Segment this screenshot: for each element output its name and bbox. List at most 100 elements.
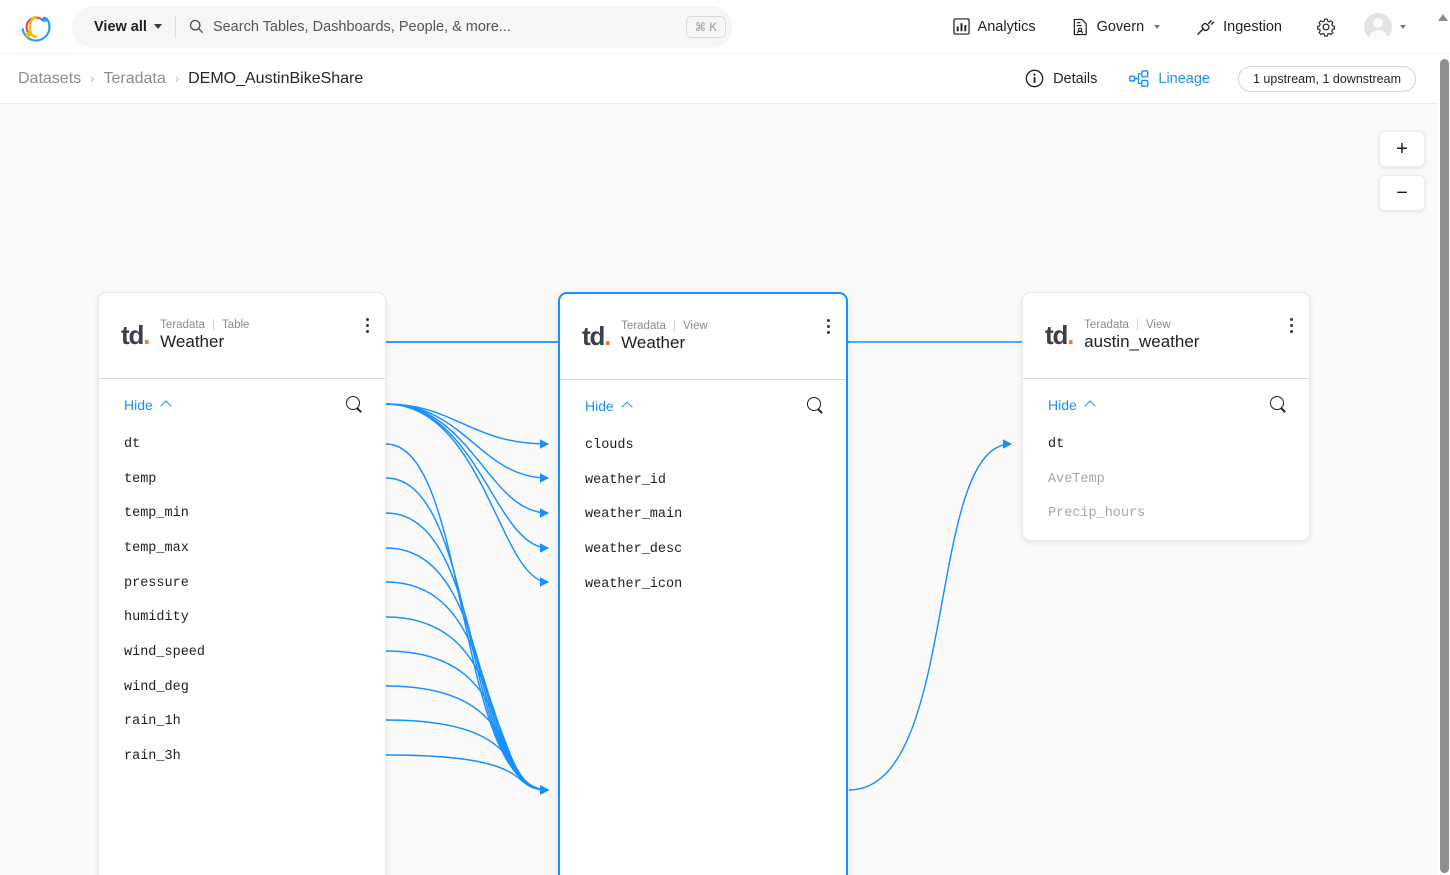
node-meta: Teradata | View xyxy=(1084,319,1199,331)
avatar xyxy=(1364,12,1392,41)
teradata-logo-icon: td. xyxy=(121,320,150,350)
chevron-down-icon xyxy=(153,24,162,29)
field-row[interactable]: temp_min xyxy=(99,496,385,531)
chevron-up-icon[interactable] xyxy=(621,401,633,413)
field-row[interactable]: weather_desc xyxy=(560,532,846,567)
breadcrumb-item-datasets[interactable]: Datasets xyxy=(18,70,81,88)
field-row[interactable]: weather_main xyxy=(560,497,846,532)
info-circle-icon xyxy=(1025,69,1044,88)
node-header: td. Teradata | Table Weather xyxy=(99,293,385,379)
scrollbar-thumb[interactable] xyxy=(1440,59,1449,873)
node-entity-type: View xyxy=(1145,319,1171,331)
zoom-in-button[interactable]: + xyxy=(1379,131,1425,167)
node-entity-type: View xyxy=(682,320,708,332)
field-row[interactable]: dt xyxy=(1023,427,1309,462)
node-field-list: dt AveTemp Precip_hours xyxy=(1023,413,1309,531)
kebab-menu-icon[interactable] xyxy=(1290,318,1293,333)
page-scrollbar[interactable] xyxy=(1438,55,1450,875)
zoom-out-button[interactable]: − xyxy=(1379,175,1425,211)
node-field-list: clouds weather_id weather_main weather_d… xyxy=(560,414,846,601)
nav-item-ingestion[interactable]: Ingestion xyxy=(1178,0,1300,54)
node-toolbar: Hide xyxy=(99,379,385,413)
kebab-menu-icon[interactable] xyxy=(366,318,369,333)
field-row[interactable]: wind_speed xyxy=(99,635,385,670)
node-title: Weather xyxy=(160,332,225,351)
user-menu[interactable] xyxy=(1352,0,1412,54)
bar-chart-icon xyxy=(952,18,970,35)
nav-right-group: Analytics Govern Ingestion xyxy=(935,0,1450,54)
field-row[interactable]: temp xyxy=(99,462,385,497)
breadcrumb-separator: › xyxy=(174,71,180,86)
node-meta: Teradata | View xyxy=(621,320,707,332)
lineage-count-pill[interactable]: 1 upstream, 1 downstream xyxy=(1238,65,1416,92)
lineage-node-weather-view[interactable]: td. Teradata | View Weather Hide clouds … xyxy=(558,292,848,875)
meta-divider: | xyxy=(211,319,215,331)
chevron-down-icon xyxy=(1154,24,1161,29)
node-header-text: Teradata | View Weather xyxy=(621,320,707,353)
zoom-controls: + − xyxy=(1379,131,1425,219)
field-row[interactable]: AveTemp xyxy=(1023,462,1309,497)
field-row[interactable]: humidity xyxy=(99,600,385,635)
node-entity-type: Table xyxy=(221,319,250,331)
field-row[interactable]: weather_id xyxy=(560,463,846,498)
lineage-tab[interactable]: Lineage xyxy=(1113,69,1226,88)
search-shortcut-badge: ⌘ K xyxy=(685,15,726,38)
breadcrumb-separator: › xyxy=(90,71,95,86)
breadcrumb-item-teradata[interactable]: Teradata xyxy=(103,70,165,88)
datahub-logo-icon[interactable] xyxy=(0,9,72,45)
lineage-node-austin-weather[interactable]: td. Teradata | View austin_weather Hide xyxy=(1022,292,1310,541)
hide-toggle[interactable]: Hide xyxy=(585,398,614,414)
chevron-up-icon[interactable] xyxy=(160,400,172,412)
field-row[interactable]: dt xyxy=(99,427,385,462)
field-row[interactable]: wind_deg xyxy=(99,670,385,705)
teradata-logo-icon: td. xyxy=(1045,320,1074,350)
breadcrumb-actions: Details Lineage 1 upstream, 1 downstream xyxy=(1009,65,1450,92)
search-icon[interactable] xyxy=(807,397,824,414)
field-row[interactable]: rain_3h xyxy=(99,739,385,774)
search-placeholder: Search Tables, Dashboards, People, & mor… xyxy=(212,18,511,35)
nav-item-label: Ingestion xyxy=(1223,18,1282,35)
node-header: td. Teradata | View austin_weather xyxy=(1023,293,1309,379)
node-toolbar: Hide xyxy=(560,380,846,414)
kebab-menu-icon[interactable] xyxy=(827,319,830,334)
teradata-logo-icon: td. xyxy=(582,321,611,351)
node-platform: Teradata xyxy=(1084,319,1129,331)
breadcrumb-bar: Datasets › Teradata › DEMO_AustinBikeSha… xyxy=(0,54,1450,104)
node-header-text: Teradata | Table Weather xyxy=(160,319,249,352)
scrollbar-up-arrow[interactable] xyxy=(1438,14,1448,21)
global-search-bar[interactable]: View all Search Tables, Dashboards, Peop… xyxy=(72,5,732,48)
node-title: austin_weather xyxy=(1084,332,1200,351)
zoom-out-label: − xyxy=(1396,182,1408,204)
hide-toggle[interactable]: Hide xyxy=(124,397,153,413)
lineage-graph-icon xyxy=(1129,69,1149,87)
breadcrumb-item-current[interactable]: DEMO_AustinBikeShare xyxy=(188,70,363,88)
lineage-page: View all Search Tables, Dashboards, Peop… xyxy=(0,0,1450,875)
field-row[interactable]: pressure xyxy=(99,566,385,601)
node-body: Hide dt AveTemp Precip_hours xyxy=(1023,379,1309,531)
node-toolbar: Hide xyxy=(1023,379,1309,413)
breadcrumb: Datasets › Teradata › DEMO_AustinBikeSha… xyxy=(0,70,363,88)
details-tab[interactable]: Details xyxy=(1009,69,1113,88)
hide-toggle[interactable]: Hide xyxy=(1048,397,1077,413)
field-row[interactable]: Precip_hours xyxy=(1023,496,1309,531)
field-row[interactable]: temp_max xyxy=(99,531,385,566)
search-icon[interactable] xyxy=(1270,396,1287,413)
node-meta: Teradata | Table xyxy=(160,319,249,331)
meta-divider: | xyxy=(672,320,676,332)
lineage-canvas[interactable]: + − td. Teradata | Table Weather Hide dt… xyxy=(0,104,1442,875)
settings-button[interactable] xyxy=(1300,0,1352,54)
nav-item-govern[interactable]: Govern xyxy=(1054,0,1179,54)
field-row[interactable]: weather_icon xyxy=(560,567,846,602)
lineage-node-weather-table[interactable]: td. Teradata | Table Weather Hide dt tem… xyxy=(98,292,386,875)
search-icon[interactable] xyxy=(346,396,363,413)
chevron-up-icon[interactable] xyxy=(1084,400,1096,412)
lineage-tab-label: Lineage xyxy=(1158,70,1210,87)
field-row[interactable]: clouds xyxy=(560,428,846,463)
node-platform: Teradata xyxy=(621,320,666,332)
nav-item-analytics[interactable]: Analytics xyxy=(935,0,1054,54)
view-all-dropdown[interactable]: View all xyxy=(72,6,175,48)
node-header: td. Teradata | View Weather xyxy=(560,294,846,380)
search-input[interactable]: Search Tables, Dashboards, People, & mor… xyxy=(176,15,726,38)
top-navigation-bar: View all Search Tables, Dashboards, Peop… xyxy=(0,0,1450,54)
field-row[interactable]: rain_1h xyxy=(99,705,385,740)
